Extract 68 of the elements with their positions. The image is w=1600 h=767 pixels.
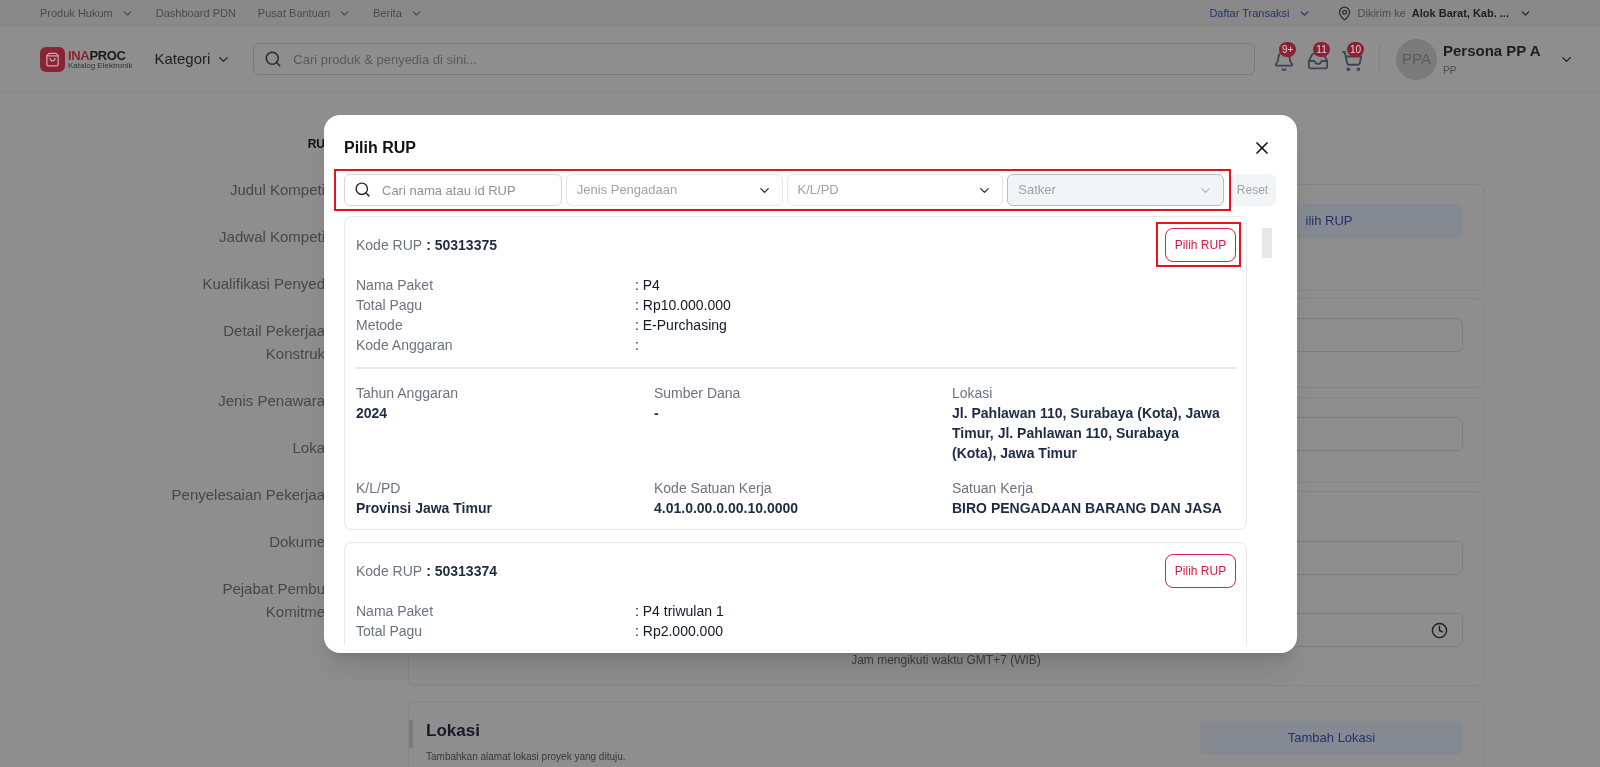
form-step-label[interactable]: Penyelesaian Pekerjaa — [171, 483, 325, 506]
field-value: : Rp2.000.000 — [635, 622, 723, 641]
bag-icon — [45, 51, 60, 67]
count-badge: 9+ — [1279, 42, 1297, 57]
detail-label: Tahun Anggaran — [356, 384, 459, 403]
section-description: Tambahkan alamat lokasi proyek yang dituju. — [426, 749, 626, 764]
detail-label: Satuan Kerja — [952, 479, 1034, 498]
form-step-label[interactable]: Judul Kompeti — [229, 178, 325, 201]
form-step-label[interactable]: Kualifikasi Penyed — [202, 272, 325, 295]
field-label: Total Pagu — [356, 296, 424, 315]
detail-value: BIRO PENGADAAN BARANG DAN JASA — [952, 499, 1223, 518]
field-label: Nama Paket — [356, 276, 435, 295]
logo[interactable]: INAPROC Katalog Elektronik — [40, 46, 133, 72]
add-location-button[interactable]: Tambah Lokasi — [1200, 721, 1463, 755]
detail-value: Jl. Pahlawan 110, Surabaya (Kota), Jawa Timur, Jl. Pahlawan 110, Surabaya (Kota), Jawa Timur — [952, 404, 1221, 463]
count-badge: 11 — [1313, 42, 1330, 57]
detail-value: - — [654, 404, 660, 423]
form-step-label[interactable]: Pejabat Pembu Komitme — [222, 577, 325, 623]
delivery-address-button[interactable]: Alok Barat, Kab. ... — [1411, 5, 1532, 22]
detail-value: 2024 — [356, 404, 389, 423]
clock-icon — [1431, 621, 1448, 639]
user-name: Persona PP A — [1443, 41, 1542, 62]
category-menu-button[interactable]: Kategori — [154, 47, 232, 71]
rup-code: : 50313374 — [426, 561, 497, 581]
top-nav-link[interactable]: Pusat Bantuan — [257, 5, 352, 22]
location-pin-icon — [1336, 6, 1352, 21]
detail-value: Provinsi Jawa Timur — [356, 499, 493, 518]
form-step-label[interactable]: Dokume — [269, 530, 325, 553]
transactions-link[interactable]: Daftar Transaksi — [1209, 5, 1311, 22]
detail-label: Lokasi — [952, 384, 994, 403]
detail-label: K/L/PD — [356, 479, 402, 498]
form-step-label[interactable]: Loka — [292, 436, 325, 459]
field-value: : E-Purchasing — [635, 316, 727, 335]
field-label: Total Pagu — [356, 622, 424, 641]
form-step-label[interactable]: Detail Pekerjaa Konstruk — [223, 319, 325, 365]
search-icon — [264, 50, 283, 68]
field-label: Kode RUP — [356, 561, 423, 581]
field-value: : Rp10.000.000 — [635, 296, 731, 315]
filter-dropdown[interactable]: Jenis Pengadaan — [565, 174, 783, 206]
form-step-label[interactable]: Jadwal Kompeti — [219, 225, 325, 248]
section-title: Lokasi — [426, 720, 481, 742]
search-icon — [354, 181, 371, 198]
count-badge: 10 — [1347, 42, 1365, 57]
time-note: Jam mengikuti waktu GMT+7 (WIB) — [850, 652, 1042, 669]
field-label: Kode Anggaran — [356, 336, 454, 355]
top-nav-link[interactable]: Berita — [373, 5, 423, 22]
form-step-label[interactable]: Jenis Penawara — [218, 389, 325, 412]
field-value: : P4 triwulan 1 — [635, 602, 724, 621]
top-nav-link[interactable]: Produk Hukum — [40, 5, 134, 22]
delivery-label: Dikirim ke — [1357, 6, 1406, 22]
reset-button[interactable]: Reset — [1229, 174, 1276, 206]
field-label: Metode — [356, 316, 404, 335]
field-label: Nama Paket — [356, 602, 435, 621]
filter-dropdown[interactable]: K/L/PD — [786, 174, 1004, 206]
choose-rup-button[interactable]: Pilih RUP — [1165, 554, 1236, 588]
rup-code: : 50313375 — [426, 235, 497, 255]
user-role: PP — [1443, 63, 1458, 78]
field-value: : P4 — [635, 276, 660, 295]
detail-value: 4.01.0.00.0.00.10.0000 — [654, 499, 800, 518]
detail-label: Kode Satuan Kerja — [654, 479, 773, 498]
top-nav-link[interactable]: Dashboard PDN — [155, 5, 236, 22]
detail-label: Sumber Dana — [654, 384, 742, 403]
section-heading: RU — [307, 136, 325, 153]
field-value: : — [635, 336, 639, 355]
modal-title: Pilih RUP — [344, 138, 416, 158]
field-label: Kode RUP — [356, 235, 423, 255]
rup-search-field[interactable]: Cari nama atau id RUP — [344, 174, 562, 206]
choose-rup-button[interactable]: Pilih RUP — [1165, 228, 1236, 262]
